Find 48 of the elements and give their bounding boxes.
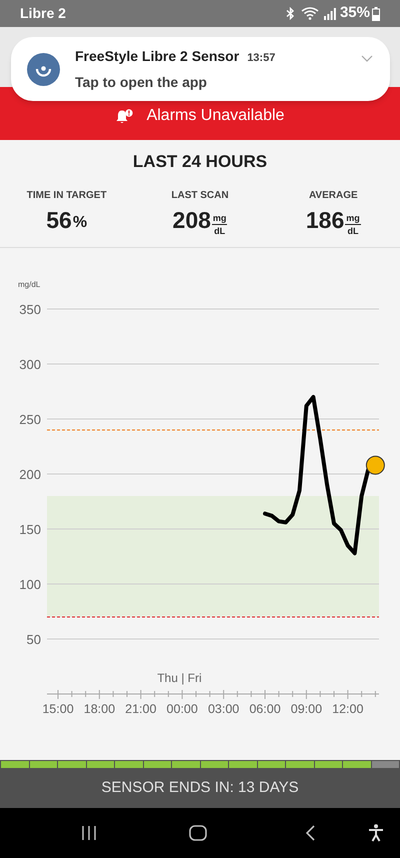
x-axis-label: 09:00 [290,702,322,716]
stat-label: TIME IN TARGET [26,191,107,201]
y-axis-unit: mg/dL [18,280,40,289]
x-axis-label: 21:00 [125,702,156,716]
unit-numerator: mg [345,214,361,225]
y-axis-label: 300 [19,357,41,372]
summary-title: LAST 24 HOURS [132,153,268,170]
bluetooth-icon [286,7,295,20]
recent-apps-icon[interactable] [81,826,97,840]
unit-numerator: mg [212,214,228,225]
battery-icon [372,6,380,20]
stat-value: 186 [306,209,344,232]
notification-card[interactable]: FreeStyle Libre 2 Sensor 13:57 Tap to open the app [11,37,390,101]
stat-label: LAST SCAN [171,191,229,201]
home-icon[interactable] [189,825,207,841]
y-axis-label: 350 [19,302,41,317]
last-scan-marker [366,456,385,475]
x-axis-label: 03:00 [208,702,240,716]
x-axis-label: 12:00 [332,702,364,716]
x-axis-label: 00:00 [166,702,198,716]
signal-icon [324,8,336,20]
wifi-icon [300,7,319,20]
x-axis-label: 18:00 [84,702,116,716]
bell-alert-icon [116,109,133,124]
sensor-app-icon [27,52,60,86]
stat-value: 56 [46,209,72,232]
y-axis-label: 200 [19,467,41,482]
y-axis-label: 100 [19,577,41,592]
x-axis-label: 15:00 [42,702,74,716]
unit-denominator: dL [214,225,226,236]
y-axis-label: 250 [19,412,41,427]
notification-body: Tap to open the app [75,72,208,92]
alarm-text: Alarms Unavailable [146,108,284,124]
back-icon[interactable] [305,825,315,841]
y-axis-label: 150 [19,522,41,537]
stat-unit: % [72,215,88,231]
day-divider-label: Thu | Fri [157,671,202,685]
accessibility-icon[interactable] [368,824,384,842]
status-app-name: Libre 2 [20,4,66,23]
sensor-ends-text: SENSOR ENDS IN: 13 DAYS [101,778,299,798]
battery-percentage: 35% [340,3,370,24]
y-axis-label: 50 [26,632,41,647]
notification-time: 13:57 [247,50,276,66]
stat-value: 208 [172,209,211,232]
notification-title: FreeStyle Libre 2 Sensor [75,46,240,66]
x-axis-label: 06:00 [249,702,281,716]
stat-label: AVERAGE [308,191,358,201]
unit-denominator: dL [348,225,358,236]
